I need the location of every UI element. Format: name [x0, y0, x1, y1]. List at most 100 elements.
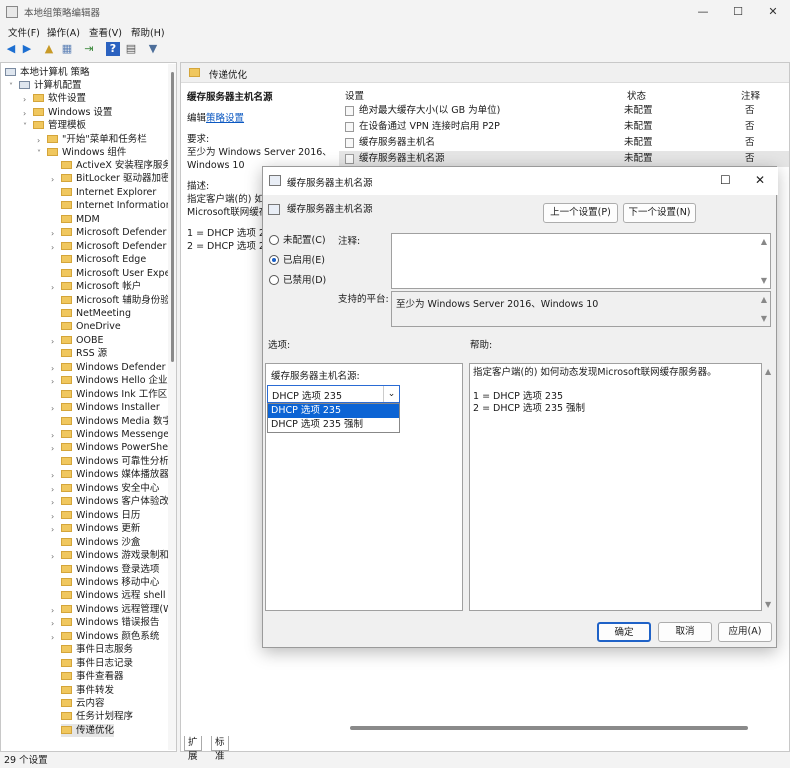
show-tree-icon[interactable]: ▦: [60, 42, 74, 56]
expand-icon[interactable]: ›: [51, 444, 54, 453]
scroll-up-icon[interactable]: ▲: [765, 367, 771, 376]
menu-action[interactable]: 操作(A): [47, 25, 80, 39]
expand-icon[interactable]: ›: [51, 471, 54, 480]
scroll-down-icon[interactable]: ▼: [761, 314, 767, 323]
tree-item[interactable]: NetMeeting: [61, 307, 131, 320]
properties-icon[interactable]: ▤: [124, 42, 138, 56]
close-button[interactable]: ✕: [756, 0, 790, 24]
tree-item[interactable]: BitLocker 驱动器加密: [61, 172, 170, 185]
tree-item[interactable]: Internet Information S: [61, 199, 176, 212]
expand-icon[interactable]: ›: [37, 136, 40, 145]
menu-help[interactable]: 帮助(H): [131, 25, 165, 39]
tree-item[interactable]: Windows 远程管理(W: [61, 603, 173, 616]
expand-icon[interactable]: ›: [51, 431, 54, 440]
tree-item[interactable]: OOBE: [61, 334, 103, 347]
radio-button[interactable]: [269, 275, 279, 285]
tree-item[interactable]: Windows 日历: [61, 509, 140, 522]
tree-item[interactable]: Windows Defender Sr: [61, 361, 176, 374]
tree-scrollbar[interactable]: [168, 64, 176, 750]
col-note-header[interactable]: 注释: [741, 88, 760, 102]
menu-view[interactable]: 查看(V): [89, 25, 122, 39]
scroll-up-icon[interactable]: ▲: [761, 295, 767, 304]
tree-item[interactable]: Microsoft User Experie: [61, 267, 176, 280]
tree-item[interactable]: Windows Messenger: [61, 428, 173, 441]
expand-icon[interactable]: ›: [51, 633, 54, 642]
ok-button[interactable]: 确定: [597, 622, 651, 642]
tree-item[interactable]: 事件查看器: [61, 670, 124, 683]
filter-icon[interactable]: ▼: [146, 42, 160, 56]
edit-policy-link[interactable]: 策略设置: [206, 113, 244, 124]
tree-item[interactable]: Windows 移动中心: [61, 576, 159, 589]
col-state-header[interactable]: 状态: [627, 88, 646, 102]
dropdown-option[interactable]: DHCP 选项 235 强制: [268, 418, 399, 432]
tree-item[interactable]: Microsoft 帐户: [61, 280, 141, 293]
expand-icon[interactable]: ›: [51, 404, 54, 413]
tab-extended[interactable]: 扩展: [184, 736, 202, 762]
tree-admin-templates[interactable]: 管理模板: [33, 119, 86, 132]
menu-file[interactable]: 文件(F): [8, 25, 40, 39]
tree-item[interactable]: Microsoft 辅助身份验证: [61, 294, 176, 307]
tree-item[interactable]: Windows 错误报告: [61, 616, 159, 629]
up-folder-icon[interactable]: ▲: [42, 42, 56, 56]
back-icon[interactable]: ◀: [4, 42, 18, 56]
tree-item[interactable]: RSS 源: [61, 347, 107, 360]
tree-item[interactable]: Windows 可靠性分析: [61, 455, 169, 468]
table-row[interactable]: 缓存服务器主机名 未配置 否: [339, 135, 789, 151]
tree-computer-config[interactable]: 计算机配置: [19, 79, 82, 92]
tree-item[interactable]: 云内容: [61, 697, 105, 710]
tree-windows-settings[interactable]: Windows 设置: [33, 106, 112, 119]
tree-item[interactable]: 事件日志记录: [61, 657, 133, 670]
help-icon[interactable]: ?: [106, 42, 120, 56]
expand-icon[interactable]: ›: [51, 229, 54, 238]
cancel-button[interactable]: 取消: [658, 622, 712, 642]
tree-windows-components[interactable]: Windows 组件: [47, 146, 126, 159]
horizontal-scrollbar[interactable]: [350, 726, 748, 730]
tree-software-settings[interactable]: 软件设置: [33, 92, 86, 105]
apply-button[interactable]: 应用(A): [718, 622, 772, 642]
prev-setting-button[interactable]: 上一个设置(P): [543, 203, 618, 223]
expand-icon[interactable]: ›: [51, 498, 54, 507]
tree-scroll-thumb[interactable]: [171, 72, 174, 362]
tree-item[interactable]: Windows 远程 shell: [61, 589, 166, 602]
expand-icon[interactable]: ›: [51, 243, 54, 252]
expand-icon[interactable]: ›: [51, 175, 54, 184]
forward-icon[interactable]: ▶: [20, 42, 34, 56]
tree-item[interactable]: Windows 更新: [61, 522, 140, 535]
expand-icon[interactable]: ›: [51, 552, 54, 561]
export-icon[interactable]: ⇥: [82, 42, 96, 56]
chevron-down-icon[interactable]: ⌄: [383, 386, 399, 402]
maximize-button[interactable]: ☐: [721, 0, 755, 24]
expand-icon[interactable]: ›: [51, 283, 54, 292]
expand-icon[interactable]: ˅: [9, 82, 13, 91]
comment-textarea[interactable]: ▲ ▼: [391, 233, 771, 289]
col-setting-header[interactable]: 设置: [345, 88, 364, 102]
tree-item[interactable]: Windows Ink 工作区: [61, 388, 167, 401]
scroll-down-icon[interactable]: ▼: [765, 600, 771, 609]
table-row-selected[interactable]: 缓存服务器主机名源 未配置 否: [339, 151, 789, 167]
tree-item[interactable]: 事件转发: [61, 684, 114, 697]
expand-icon[interactable]: ›: [51, 606, 54, 615]
tree-root[interactable]: 本地计算机 策略: [5, 66, 90, 79]
tree-start-menu[interactable]: "开始"菜单和任务栏: [47, 133, 147, 146]
tree-item[interactable]: OneDrive: [61, 320, 121, 333]
tree-item[interactable]: 任务计划程序: [61, 710, 133, 723]
radio-button[interactable]: [269, 235, 279, 245]
tree-item[interactable]: Internet Explorer: [61, 186, 156, 199]
tree-item[interactable]: 事件日志服务: [61, 643, 133, 656]
minimize-button[interactable]: —: [686, 0, 720, 24]
tree-item[interactable]: Windows 沙盒: [61, 536, 140, 549]
tree-item[interactable]: Microsoft Defender 防: [61, 240, 176, 253]
expand-icon[interactable]: ˅: [37, 149, 41, 158]
tree-item[interactable]: 传递优化: [61, 723, 115, 737]
tree-item[interactable]: ActiveX 安装程序服务: [61, 159, 172, 172]
tree-item[interactable]: Windows Hello 企业版: [61, 374, 176, 387]
table-row[interactable]: 绝对最大缓存大小(以 GB 为单位) 未配置 否: [339, 103, 789, 119]
table-row[interactable]: 在设备通过 VPN 连接时启用 P2P 未配置 否: [339, 119, 789, 135]
tree-item[interactable]: Windows 客户体验改善: [61, 495, 176, 508]
dropdown-option[interactable]: DHCP 选项 235: [268, 404, 399, 418]
scroll-up-icon[interactable]: ▲: [761, 237, 767, 246]
expand-icon[interactable]: ›: [51, 485, 54, 494]
radio-button-selected[interactable]: [269, 255, 279, 265]
expand-icon[interactable]: ›: [51, 364, 54, 373]
tree-item[interactable]: Microsoft Defender 攻: [61, 226, 176, 239]
